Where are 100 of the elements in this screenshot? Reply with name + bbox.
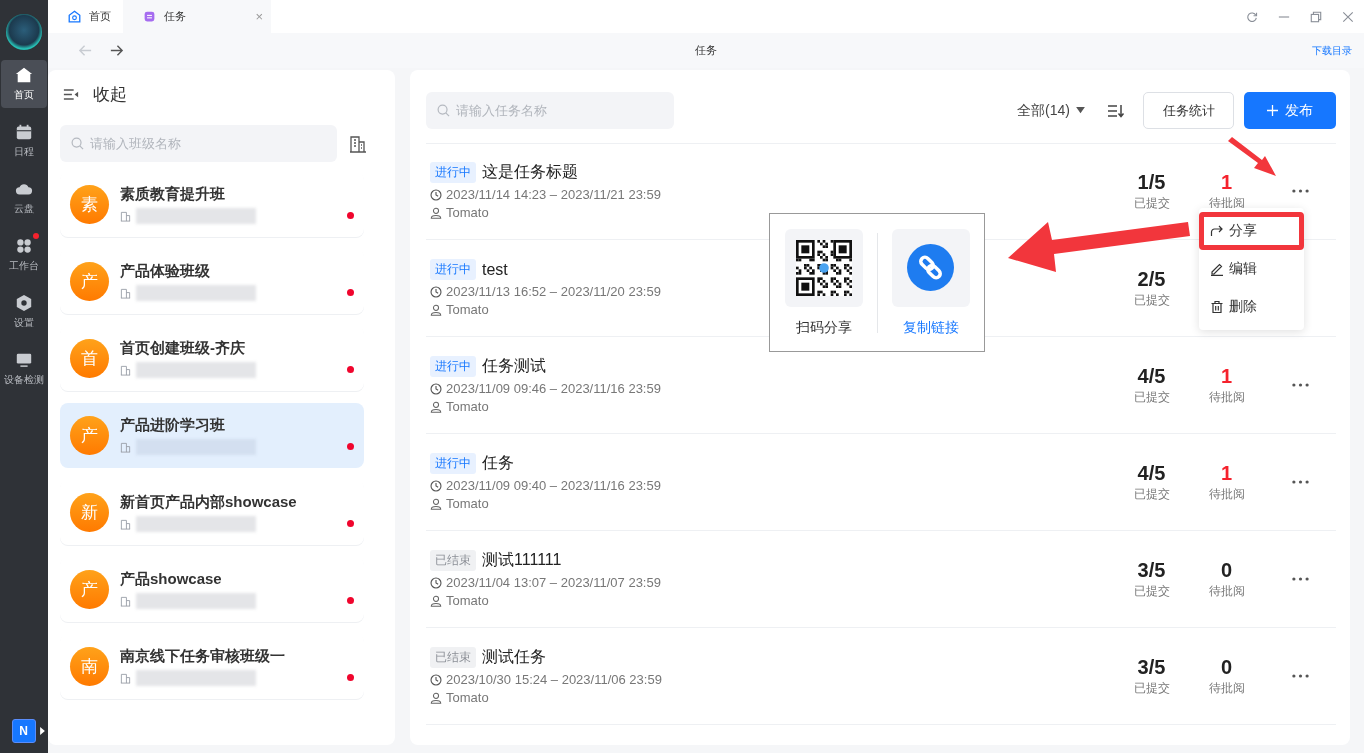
- task-search-field[interactable]: 请输入任务名称: [426, 92, 674, 129]
- class-search-field[interactable]: 请输入班级名称: [60, 125, 337, 162]
- task-title[interactable]: 测试111111: [482, 550, 562, 571]
- submitted-label: 已提交: [1133, 194, 1170, 212]
- class-name: 新首页产品内部showcase: [120, 493, 298, 512]
- class-item[interactable]: 产 产品showcase: [60, 557, 364, 622]
- submitted-count: 4/5: [1137, 364, 1166, 388]
- sidebar-item[interactable]: 首页: [1, 60, 47, 108]
- task-title[interactable]: 这是任务标题: [482, 162, 578, 183]
- class-item[interactable]: 素 素质教育提升班: [60, 172, 364, 237]
- filter-dropdown[interactable]: 全部(14): [1017, 101, 1085, 120]
- building-icon: [120, 364, 131, 376]
- sidebar-item[interactable]: 日程: [1, 117, 47, 165]
- task-title[interactable]: test: [482, 260, 508, 279]
- pending-label: 待批阅: [1208, 582, 1245, 600]
- class-name: 素质教育提升班: [120, 185, 226, 204]
- person-icon: [430, 303, 442, 316]
- building-icon: [120, 672, 131, 684]
- refresh-icon[interactable]: [1246, 10, 1258, 23]
- task-time: 2023/11/04 13:07 – 2023/11/07 23:59: [446, 575, 661, 590]
- search-icon: [71, 137, 84, 150]
- class-avatar: 产: [70, 570, 109, 609]
- close-icon[interactable]: [1342, 10, 1354, 23]
- forward-icon[interactable]: [109, 43, 124, 58]
- more-icon[interactable]: [1291, 674, 1309, 678]
- more-icon[interactable]: [1291, 189, 1309, 193]
- sidebar-item[interactable]: 工作台: [1, 231, 47, 279]
- class-item[interactable]: 产 产品体验班级: [60, 249, 364, 314]
- task-owner: Tomato: [446, 496, 489, 511]
- tab[interactable]: 任务 ×: [123, 0, 271, 33]
- clock-icon: [430, 576, 442, 589]
- building-icon: [120, 518, 131, 530]
- status-tag: 已结束: [430, 550, 476, 571]
- task-owner: Tomato: [446, 690, 489, 705]
- sidebar-item[interactable]: 设置: [1, 288, 47, 336]
- more-icon[interactable]: [1291, 577, 1309, 581]
- clock-icon: [430, 673, 442, 686]
- more-icon[interactable]: [1291, 383, 1309, 387]
- task-title[interactable]: 任务: [482, 453, 514, 474]
- task-title[interactable]: 任务测试: [482, 356, 546, 377]
- class-name: 首页创建班级-齐庆: [120, 339, 246, 358]
- app-switch-button[interactable]: N: [11, 719, 36, 743]
- more-icon[interactable]: [1291, 480, 1309, 484]
- class-name: 产品进阶学习班: [120, 416, 226, 435]
- page-title: 任务: [695, 43, 717, 58]
- submitted-count: 2/5: [1137, 267, 1166, 291]
- menu-item[interactable]: 删除: [1199, 288, 1304, 326]
- task-time: 2023/11/14 14:23 – 2023/11/21 23:59: [446, 187, 661, 202]
- class-item[interactable]: 产 产品进阶学习班: [60, 403, 364, 468]
- submitted-count: 1/5: [1137, 170, 1166, 194]
- edit-icon: [1210, 262, 1224, 276]
- grid-icon: [15, 237, 33, 255]
- submitted-label: 已提交: [1133, 582, 1170, 600]
- caret-icon: [1076, 107, 1085, 114]
- class-item[interactable]: 新 新首页产品内部showcase: [60, 480, 364, 545]
- restore-icon[interactable]: [1310, 10, 1322, 23]
- building-icon: [120, 210, 131, 222]
- task-icon: [143, 10, 156, 23]
- class-item[interactable]: 首 首页创建班级-齐庆: [60, 326, 364, 391]
- annotation-arrow: [1228, 137, 1276, 176]
- task-stats-button[interactable]: 任务统计: [1143, 92, 1234, 129]
- publish-button[interactable]: 发布: [1244, 92, 1336, 129]
- caret-icon[interactable]: [39, 727, 45, 735]
- search-icon: [437, 104, 450, 117]
- clock-icon: [430, 285, 442, 298]
- sidebar-item[interactable]: 云盘: [1, 174, 47, 222]
- sidebar-item[interactable]: 设备检测: [1, 345, 47, 393]
- status-tag: 进行中: [430, 162, 476, 183]
- share-icon: [1210, 224, 1224, 238]
- calendar-icon: [15, 123, 33, 141]
- submitted-label: 已提交: [1133, 388, 1170, 406]
- class-avatar: 产: [70, 262, 109, 301]
- pending-count: 1: [1220, 364, 1233, 388]
- qr-code-icon: [795, 239, 852, 296]
- menu-item[interactable]: 分享: [1199, 212, 1304, 250]
- building-icon: [120, 287, 131, 299]
- pending-count: 1: [1220, 461, 1233, 485]
- download-folder-link[interactable]: 下载目录: [1312, 43, 1352, 58]
- building-icon: [120, 595, 131, 607]
- building-icon[interactable]: [349, 134, 367, 153]
- class-name: 南京线下任务审核班级一: [120, 647, 286, 666]
- pending-label: 待批阅: [1208, 388, 1245, 406]
- user-avatar[interactable]: [6, 14, 42, 50]
- submitted-count: 3/5: [1137, 558, 1166, 582]
- menu-item[interactable]: 编辑: [1199, 250, 1304, 288]
- clock-icon: [430, 382, 442, 395]
- task-title[interactable]: 测试任务: [482, 647, 546, 668]
- person-icon: [430, 206, 442, 219]
- task-owner: Tomato: [446, 302, 489, 317]
- collapse-label[interactable]: 收起: [93, 82, 127, 106]
- sort-icon[interactable]: [1107, 103, 1125, 118]
- task-owner: Tomato: [446, 399, 489, 414]
- submitted-label: 已提交: [1133, 291, 1170, 309]
- home-icon: [68, 10, 81, 23]
- task-time: 2023/10/30 15:24 – 2023/11/06 23:59: [446, 672, 662, 687]
- class-item[interactable]: 南 南京线下任务审核班级一: [60, 634, 364, 699]
- class-avatar: 首: [70, 339, 109, 378]
- collapse-icon[interactable]: [63, 87, 79, 101]
- person-icon: [430, 497, 442, 510]
- class-avatar: 南: [70, 647, 109, 686]
